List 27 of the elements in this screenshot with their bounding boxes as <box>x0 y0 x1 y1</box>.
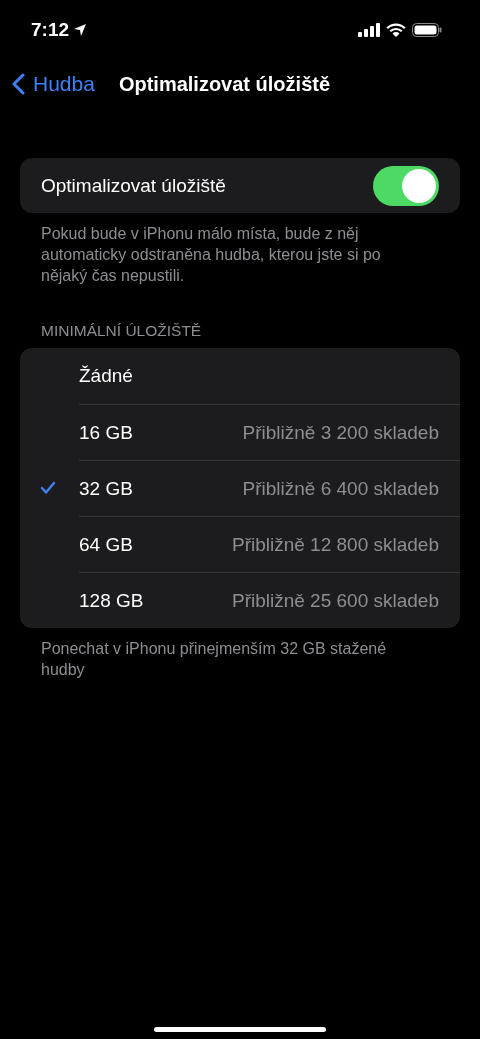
chevron-left-icon <box>12 73 25 95</box>
location-arrow-icon <box>73 23 88 37</box>
option-row[interactable]: 16 GB Přibližně 3 200 skladeb <box>20 404 460 460</box>
option-label: 32 GB <box>79 477 133 500</box>
back-button[interactable]: Hudba <box>12 72 95 96</box>
footer-text: Pokud bude v iPhonu málo místa, bude z něj automaticky odstraněna hudba, kterou jste si po nějaký čas nepustili. <box>40 224 382 286</box>
option-row[interactable]: 128 GB Přibližně 25 600 skladeb <box>20 572 460 628</box>
option-label: 64 GB <box>79 533 133 556</box>
footer-text: Ponechat v iPhonu přinejmenším 32 GB stažené hudby <box>40 639 388 680</box>
option-detail: Přibližně 12 800 skladeb <box>231 533 439 556</box>
page-title: Optimalizovat úložiště <box>118 72 331 96</box>
wifi-icon <box>386 23 406 37</box>
option-label: 16 GB <box>79 421 133 444</box>
toggle-switch[interactable] <box>373 165 439 206</box>
signal-icon <box>358 23 380 37</box>
option-row[interactable]: Žádné <box>20 348 460 404</box>
battery-icon <box>412 23 442 37</box>
status-time: 7:12 <box>31 19 70 41</box>
option-row[interactable]: 32 GB Přibližně 6 400 skladeb <box>20 460 460 516</box>
option-row[interactable]: 64 GB Přibližně 12 800 skladeb <box>20 516 460 572</box>
section-header: MINIMÁLNÍ ÚLOŽIŠTĚ <box>41 322 203 340</box>
option-detail: Přibližně 6 400 skladeb <box>242 477 439 500</box>
option-detail: Přibližně 25 600 skladeb <box>231 589 439 612</box>
toggle-label: Optimalizovat úložiště <box>41 174 226 197</box>
option-label: 128 GB <box>79 589 144 612</box>
option-label: Žádné <box>79 365 133 387</box>
option-detail: Přibližně 3 200 skladeb <box>242 421 439 444</box>
